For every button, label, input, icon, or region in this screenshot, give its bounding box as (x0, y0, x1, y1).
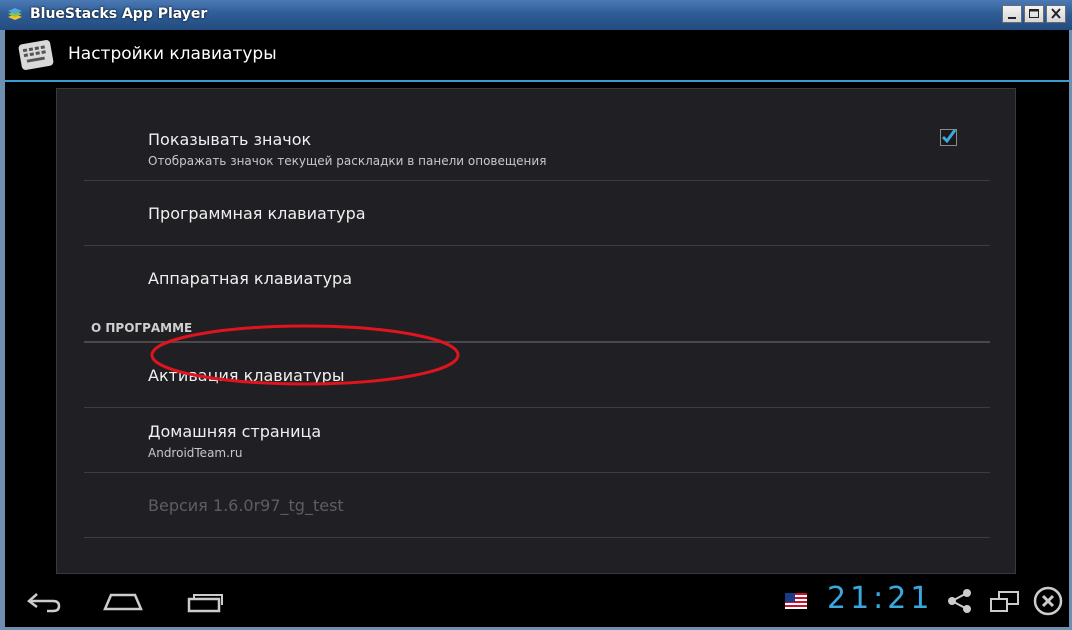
window-titlebar[interactable]: BlueStacks App Player (0, 0, 1072, 30)
pref-homepage[interactable]: Домашняя страница AndroidTeam.ru (84, 408, 990, 473)
pref-title: Версия 1.6.0r97_tg_test (148, 496, 344, 515)
window-toggle-icon[interactable] (989, 589, 1021, 613)
pref-summary: Отображать значок текущей раскладки в па… (148, 154, 547, 168)
share-icon[interactable] (947, 588, 973, 614)
recent-apps-icon[interactable] (185, 585, 225, 615)
maximize-icon (1029, 9, 1039, 18)
action-bar: Настройки клавиатуры (5, 30, 1069, 82)
pref-show-icon[interactable]: Показывать значок Отображать значок теку… (84, 109, 990, 181)
pref-version: Версия 1.6.0r97_tg_test (84, 473, 990, 538)
pref-title: Аппаратная клавиатура (148, 269, 353, 288)
pref-title: Домашняя страница (148, 422, 322, 441)
status-clock: 21:21 (827, 581, 934, 616)
pref-hardware-keyboard[interactable]: Аппаратная клавиатура (84, 246, 990, 310)
minimize-icon (1008, 17, 1016, 19)
pref-title: Программная клавиатура (148, 204, 366, 223)
close-icon (1051, 8, 1061, 19)
pref-software-keyboard[interactable]: Программная клавиатура (84, 181, 990, 246)
page-title: Настройки клавиатуры (68, 44, 277, 64)
maximize-button[interactable] (1024, 5, 1044, 23)
android-screen: Настройки клавиатуры Показывать значок О… (5, 30, 1069, 627)
show-icon-checkbox[interactable] (940, 129, 957, 146)
pref-activation[interactable]: Активация клавиатуры (84, 343, 990, 408)
bluestacks-logo-icon (8, 8, 22, 20)
close-button[interactable] (1046, 5, 1066, 23)
system-bar: 21:21 (5, 575, 1069, 627)
pref-title: Показывать значок (148, 130, 312, 149)
home-icon[interactable] (101, 585, 145, 615)
window-title: BlueStacks App Player (30, 6, 208, 22)
settings-list: Показывать значок Отображать значок теку… (56, 88, 1016, 574)
close-circle-icon[interactable] (1033, 586, 1063, 616)
checkmark-icon (941, 129, 957, 144)
back-icon[interactable] (25, 585, 63, 615)
us-flag-icon[interactable] (785, 593, 807, 609)
keyboard-icon[interactable] (17, 36, 55, 74)
pref-title: Активация клавиатуры (148, 366, 345, 385)
category-header-about: О ПРОГРАММЕ (91, 321, 193, 335)
minimize-button[interactable] (1002, 5, 1022, 23)
pref-summary: AndroidTeam.ru (148, 446, 243, 460)
